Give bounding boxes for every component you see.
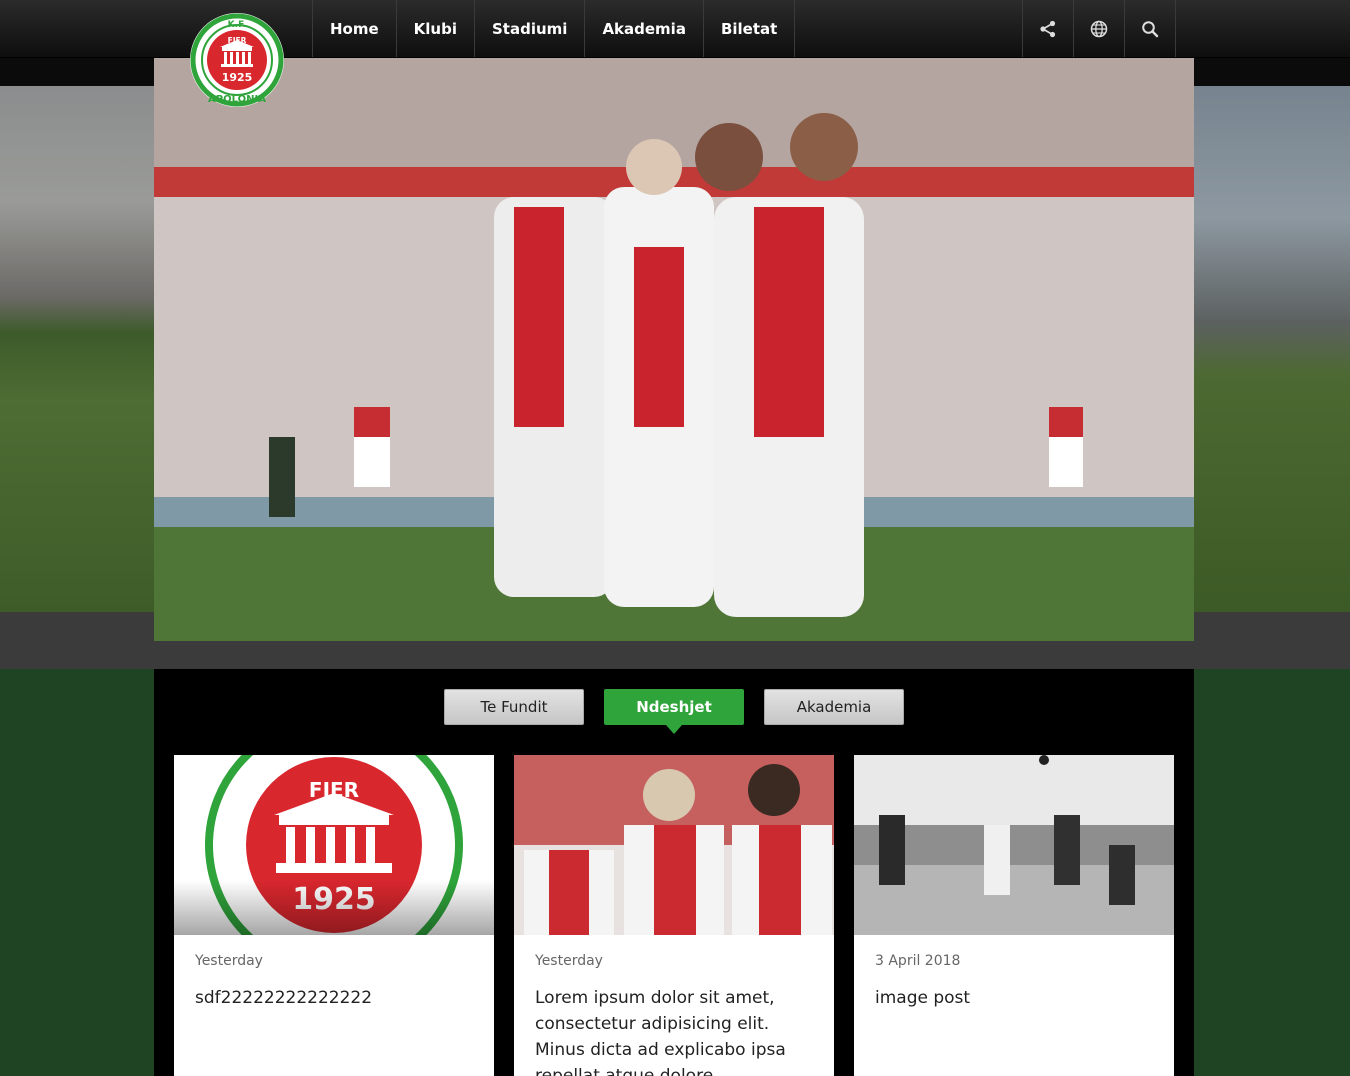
- news-card[interactable]: FIER 1925 Yesterday sdf22222222222222: [174, 755, 494, 1076]
- logo-kf-text: K.F.: [228, 20, 247, 30]
- card-title[interactable]: sdf22222222222222: [195, 985, 473, 1011]
- category-tabs: Te Fundit Ndeshjet Akademia: [154, 689, 1194, 734]
- nav-stadiumi[interactable]: Stadiumi: [474, 0, 584, 57]
- tab-akademia[interactable]: Akademia: [764, 689, 904, 725]
- hero-photo: [154, 57, 1194, 641]
- news-card[interactable]: 3 April 2018 image post: [854, 755, 1174, 1076]
- tab-te-fundit[interactable]: Te Fundit: [444, 689, 584, 725]
- nav-home[interactable]: Home: [312, 0, 396, 57]
- search-button[interactable]: [1124, 0, 1175, 57]
- hero-prev-slide[interactable]: [0, 86, 154, 612]
- tab-ndeshjet[interactable]: Ndeshjet: [604, 689, 744, 734]
- share-icon: [1040, 20, 1056, 37]
- news-card[interactable]: Yesterday Lorem ipsum dolor sit amet, co…: [514, 755, 834, 1076]
- card-title[interactable]: image post: [875, 985, 1153, 1011]
- news-section: Te Fundit Ndeshjet Akademia FIER Yesterd…: [154, 669, 1194, 1076]
- share-button[interactable]: [1022, 0, 1073, 57]
- logo-year-text: 1925: [222, 71, 253, 84]
- card-date: Yesterday: [195, 953, 263, 969]
- card-image-logo: FIER 1925: [174, 755, 494, 935]
- language-button[interactable]: [1073, 0, 1124, 57]
- card-image-players: [514, 755, 834, 935]
- news-cards: FIER 1925 Yesterday sdf22222222222222: [174, 755, 1174, 1076]
- nav-tools: [1022, 0, 1176, 57]
- card-logo-city: FIER: [309, 778, 359, 802]
- main-nav: Home Klubi Stadiumi Akademia Biletat: [312, 0, 796, 57]
- globe-icon: [1090, 20, 1108, 37]
- nav-klubi[interactable]: Klubi: [395, 0, 474, 57]
- nav-akademia[interactable]: Akademia: [584, 0, 703, 57]
- card-date: Yesterday: [535, 953, 603, 969]
- search-icon: [1142, 20, 1159, 37]
- card-image-vintage: [854, 755, 1174, 935]
- hero-slide-image[interactable]: [154, 57, 1194, 641]
- card-title[interactable]: Lorem ipsum dolor sit amet, consectetur …: [535, 985, 813, 1076]
- logo-name-text: APOLONIA: [208, 94, 266, 105]
- club-logo[interactable]: K.F. FIER 1925 APOLONIA: [189, 12, 285, 108]
- hero-next-slide[interactable]: [1194, 86, 1350, 612]
- card-date: 3 April 2018: [875, 953, 961, 969]
- nav-biletat[interactable]: Biletat: [702, 0, 796, 57]
